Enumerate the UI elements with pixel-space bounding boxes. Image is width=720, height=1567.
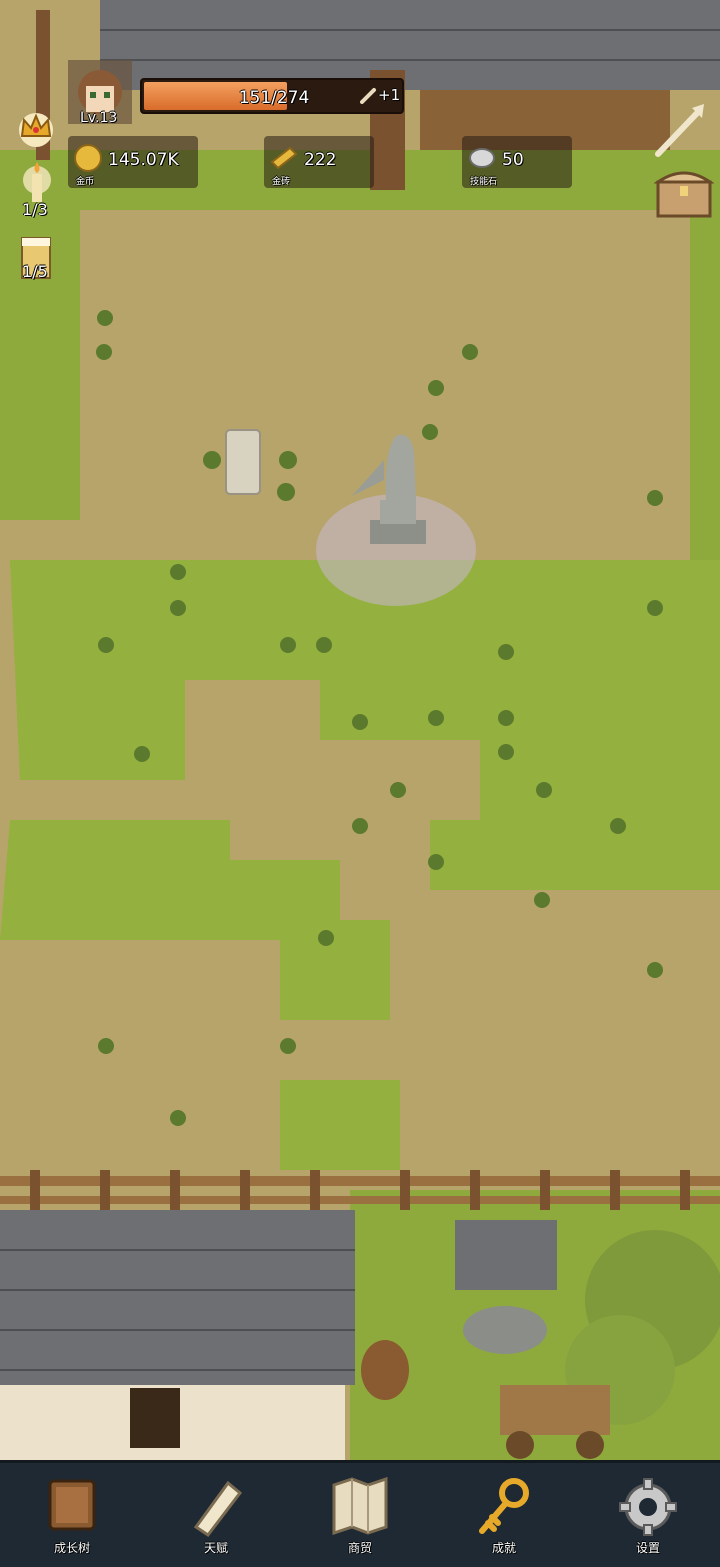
map-icon (332, 1476, 388, 1535)
beer-count: 1/5 (22, 262, 48, 281)
key-icon (479, 1478, 529, 1534)
gold-coin-icon (74, 144, 102, 172)
nav-growth-tree-label: 成长树 (53, 1541, 90, 1555)
resource-gold-label: 金币 (76, 177, 95, 187)
gear-icon (619, 1478, 677, 1536)
nav-achievements-label: 成就 (491, 1541, 516, 1555)
game-world (0, 0, 720, 1460)
resource-gold-brick[interactable]: 222 金砖 (264, 136, 374, 188)
candle-icon[interactable] (22, 160, 52, 204)
nav-talent-label: 天赋 (203, 1541, 228, 1555)
crown-icon[interactable] (14, 108, 58, 148)
book-icon (48, 1479, 96, 1531)
bone-icon (360, 88, 376, 104)
resource-gold-brick-value: 222 (304, 150, 337, 170)
game-map[interactable]: Lv.13 151/274 +1 145.07K 金币 222 金砖 50 技能… (0, 0, 720, 1460)
sword-icon[interactable] (652, 100, 712, 160)
resource-skill-stone-label: 技能石 (470, 177, 498, 187)
resource-skill-stone-value: 50 (502, 150, 524, 170)
nav-trade[interactable]: 商贸 (288, 1463, 432, 1567)
resource-gold-brick-label: 金砖 (272, 177, 291, 187)
skill-stone-icon (469, 148, 495, 168)
resource-skill-stone[interactable]: 50 技能石 (462, 136, 572, 188)
treasure-chest-icon[interactable] (654, 164, 714, 220)
nav-settings-label: 设置 (635, 1541, 660, 1555)
bottom-nav: 成长树 天赋 商贸 成就 设置 (0, 1460, 720, 1567)
scroll-icon (193, 1480, 243, 1538)
candle-count: 1/3 (22, 200, 48, 219)
nav-talent[interactable]: 天赋 (144, 1463, 288, 1567)
resource-gold[interactable]: 145.07K 金币 (68, 136, 198, 188)
player-level: Lv.13 (80, 110, 118, 126)
gold-brick-icon (270, 146, 298, 170)
resource-gold-value: 145.07K (108, 150, 179, 170)
xp-bonus: +1 (378, 86, 401, 104)
nav-growth-tree[interactable]: 成长树 (0, 1463, 144, 1567)
nav-achievements[interactable]: 成就 (432, 1463, 576, 1567)
nav-trade-label: 商贸 (347, 1541, 372, 1555)
nav-settings[interactable]: 设置 (576, 1463, 720, 1567)
